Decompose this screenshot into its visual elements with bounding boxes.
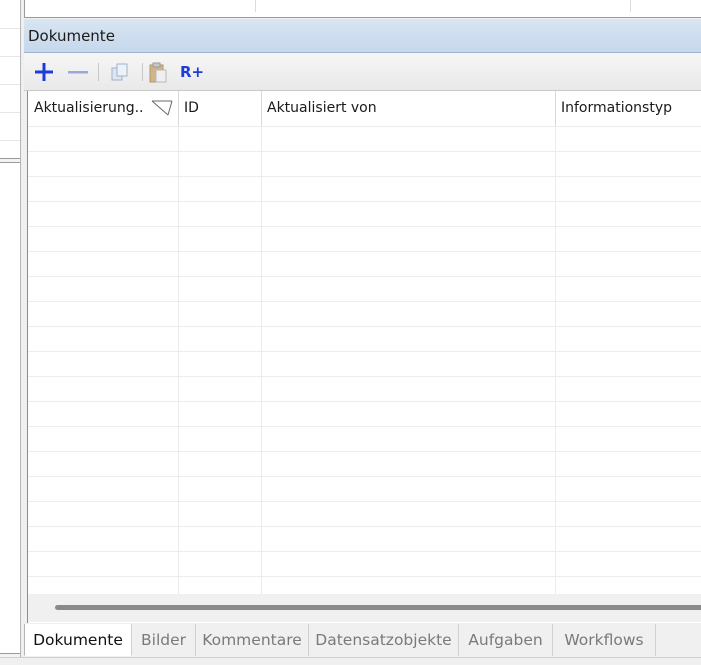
empty-row [28,176,701,201]
panel-title: Dokumente [28,27,115,45]
tab-kommentare[interactable]: Kommentare [196,624,309,656]
copy-button[interactable] [108,60,132,84]
bottom-border [0,657,701,665]
column-header-id[interactable]: ID [184,91,199,126]
tab-workflows[interactable]: Workflows [553,624,656,656]
documents-panel: Dokumente R+ Aktualisierung... ID Aktual… [24,19,701,623]
panel-toolbar: R+ [24,53,701,91]
grid-header: Aktualisierung... ID Aktualisiert von In… [28,91,701,126]
sort-indicator-icon [151,100,173,116]
remove-button[interactable] [66,60,90,84]
empty-row [28,401,701,426]
add-relation-button[interactable]: R+ [180,60,204,84]
left-pane-strip [0,0,21,665]
empty-row [28,451,701,476]
column-header-updated[interactable]: Aktualisierung... [34,91,144,126]
empty-row [28,151,701,176]
copy-icon [111,63,128,81]
paste-button[interactable] [146,60,170,84]
empty-row [28,251,701,276]
empty-row [28,351,701,376]
add-relation-icon: R+ [179,63,205,81]
empty-row [28,326,701,351]
left-pane-top [0,0,20,159]
horizontal-scrollbar[interactable] [28,594,701,622]
upper-grid-fragment [24,0,701,18]
tab-aufgaben[interactable]: Aufgaben [459,624,553,656]
empty-row [28,526,701,551]
plus-icon [35,63,53,81]
empty-row [28,426,701,451]
empty-row [28,551,701,576]
column-header-updated-by[interactable]: Aktualisiert von [267,91,377,126]
empty-row [28,376,701,401]
column-header-information-type[interactable]: Informationstyp [561,91,672,126]
tab-bilder[interactable]: Bilder [132,624,196,656]
tab-dokumente[interactable]: Dokumente [24,624,132,656]
empty-row [28,301,701,326]
tab-bar: Dokumente Bilder Kommentare Datensatzobj… [24,624,701,657]
scrollbar-thumb[interactable] [55,605,701,610]
left-pane-bottom [0,162,20,654]
panel-header: Dokumente [24,19,701,53]
empty-row [28,501,701,526]
tab-datensatzobjekte[interactable]: Datensatzobjekte [309,624,459,656]
empty-row [28,201,701,226]
paste-icon [149,62,167,83]
empty-row [28,126,701,151]
add-button[interactable] [32,60,56,84]
empty-row [28,476,701,501]
documents-grid: Aktualisierung... ID Aktualisiert von In… [27,91,701,623]
empty-row [28,276,701,301]
minus-icon [68,71,88,74]
empty-row [28,226,701,251]
